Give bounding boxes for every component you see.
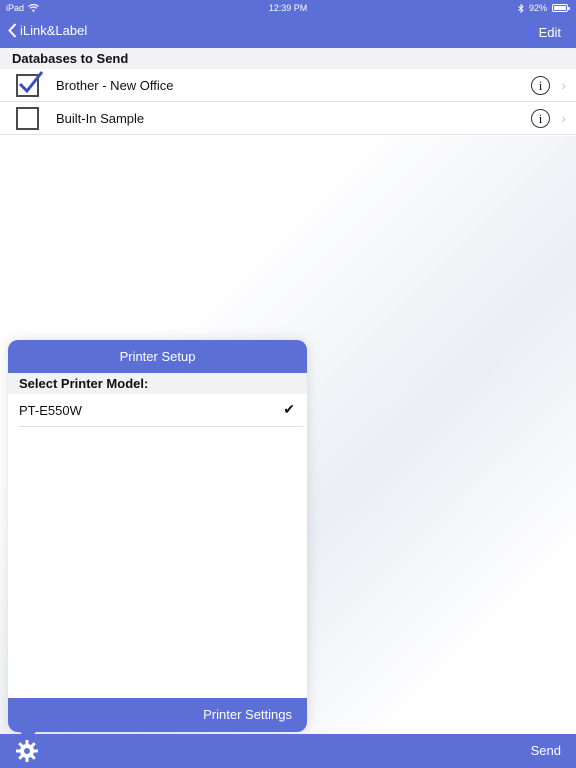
navigation-bar: iPad 12:39 PM 92% iLink&Label Edit [0,0,576,48]
databases-section-title: Databases to Send [0,48,576,69]
back-label: iLink&Label [20,23,88,38]
info-icon[interactable]: i [531,109,550,128]
database-row-brother-new-office[interactable]: Brother - New Office i › [0,69,576,102]
back-button[interactable]: iLink&Label [8,23,87,38]
checkmark-icon: ✔ [283,401,295,417]
chevron-left-icon [8,23,17,38]
send-button[interactable]: Send [531,743,561,758]
database-label: Built-In Sample [56,111,145,126]
database-label: Brother - New Office [56,78,174,93]
printer-setup-popover: Printer Setup Select Printer Model: PT-E… [8,340,307,732]
chevron-right-icon: › [561,77,566,93]
database-row-built-in-sample[interactable]: Built-In Sample i › [0,102,576,135]
bottom-toolbar: Send [0,734,576,768]
printer-model-label: PT-E550W [19,403,82,418]
popover-title: Printer Setup [8,340,307,373]
edit-button[interactable]: Edit [539,25,561,40]
battery-percent: 92% [528,3,547,13]
printer-settings-button[interactable]: Printer Settings [8,698,307,732]
battery-icon [552,4,570,12]
database-checkbox[interactable] [16,71,44,97]
gear-icon[interactable] [15,739,39,763]
status-time: 12:39 PM [268,3,308,13]
checkmark-icon [18,71,44,94]
printer-model-row[interactable]: PT-E550W ✔ [18,394,303,427]
status-bar: iPad 12:39 PM 92% [0,0,576,16]
database-checkbox[interactable] [16,107,39,130]
select-printer-model-label: Select Printer Model: [8,373,307,394]
bluetooth-icon [518,3,524,13]
chevron-right-icon: › [561,110,566,126]
info-icon[interactable]: i [531,76,550,95]
